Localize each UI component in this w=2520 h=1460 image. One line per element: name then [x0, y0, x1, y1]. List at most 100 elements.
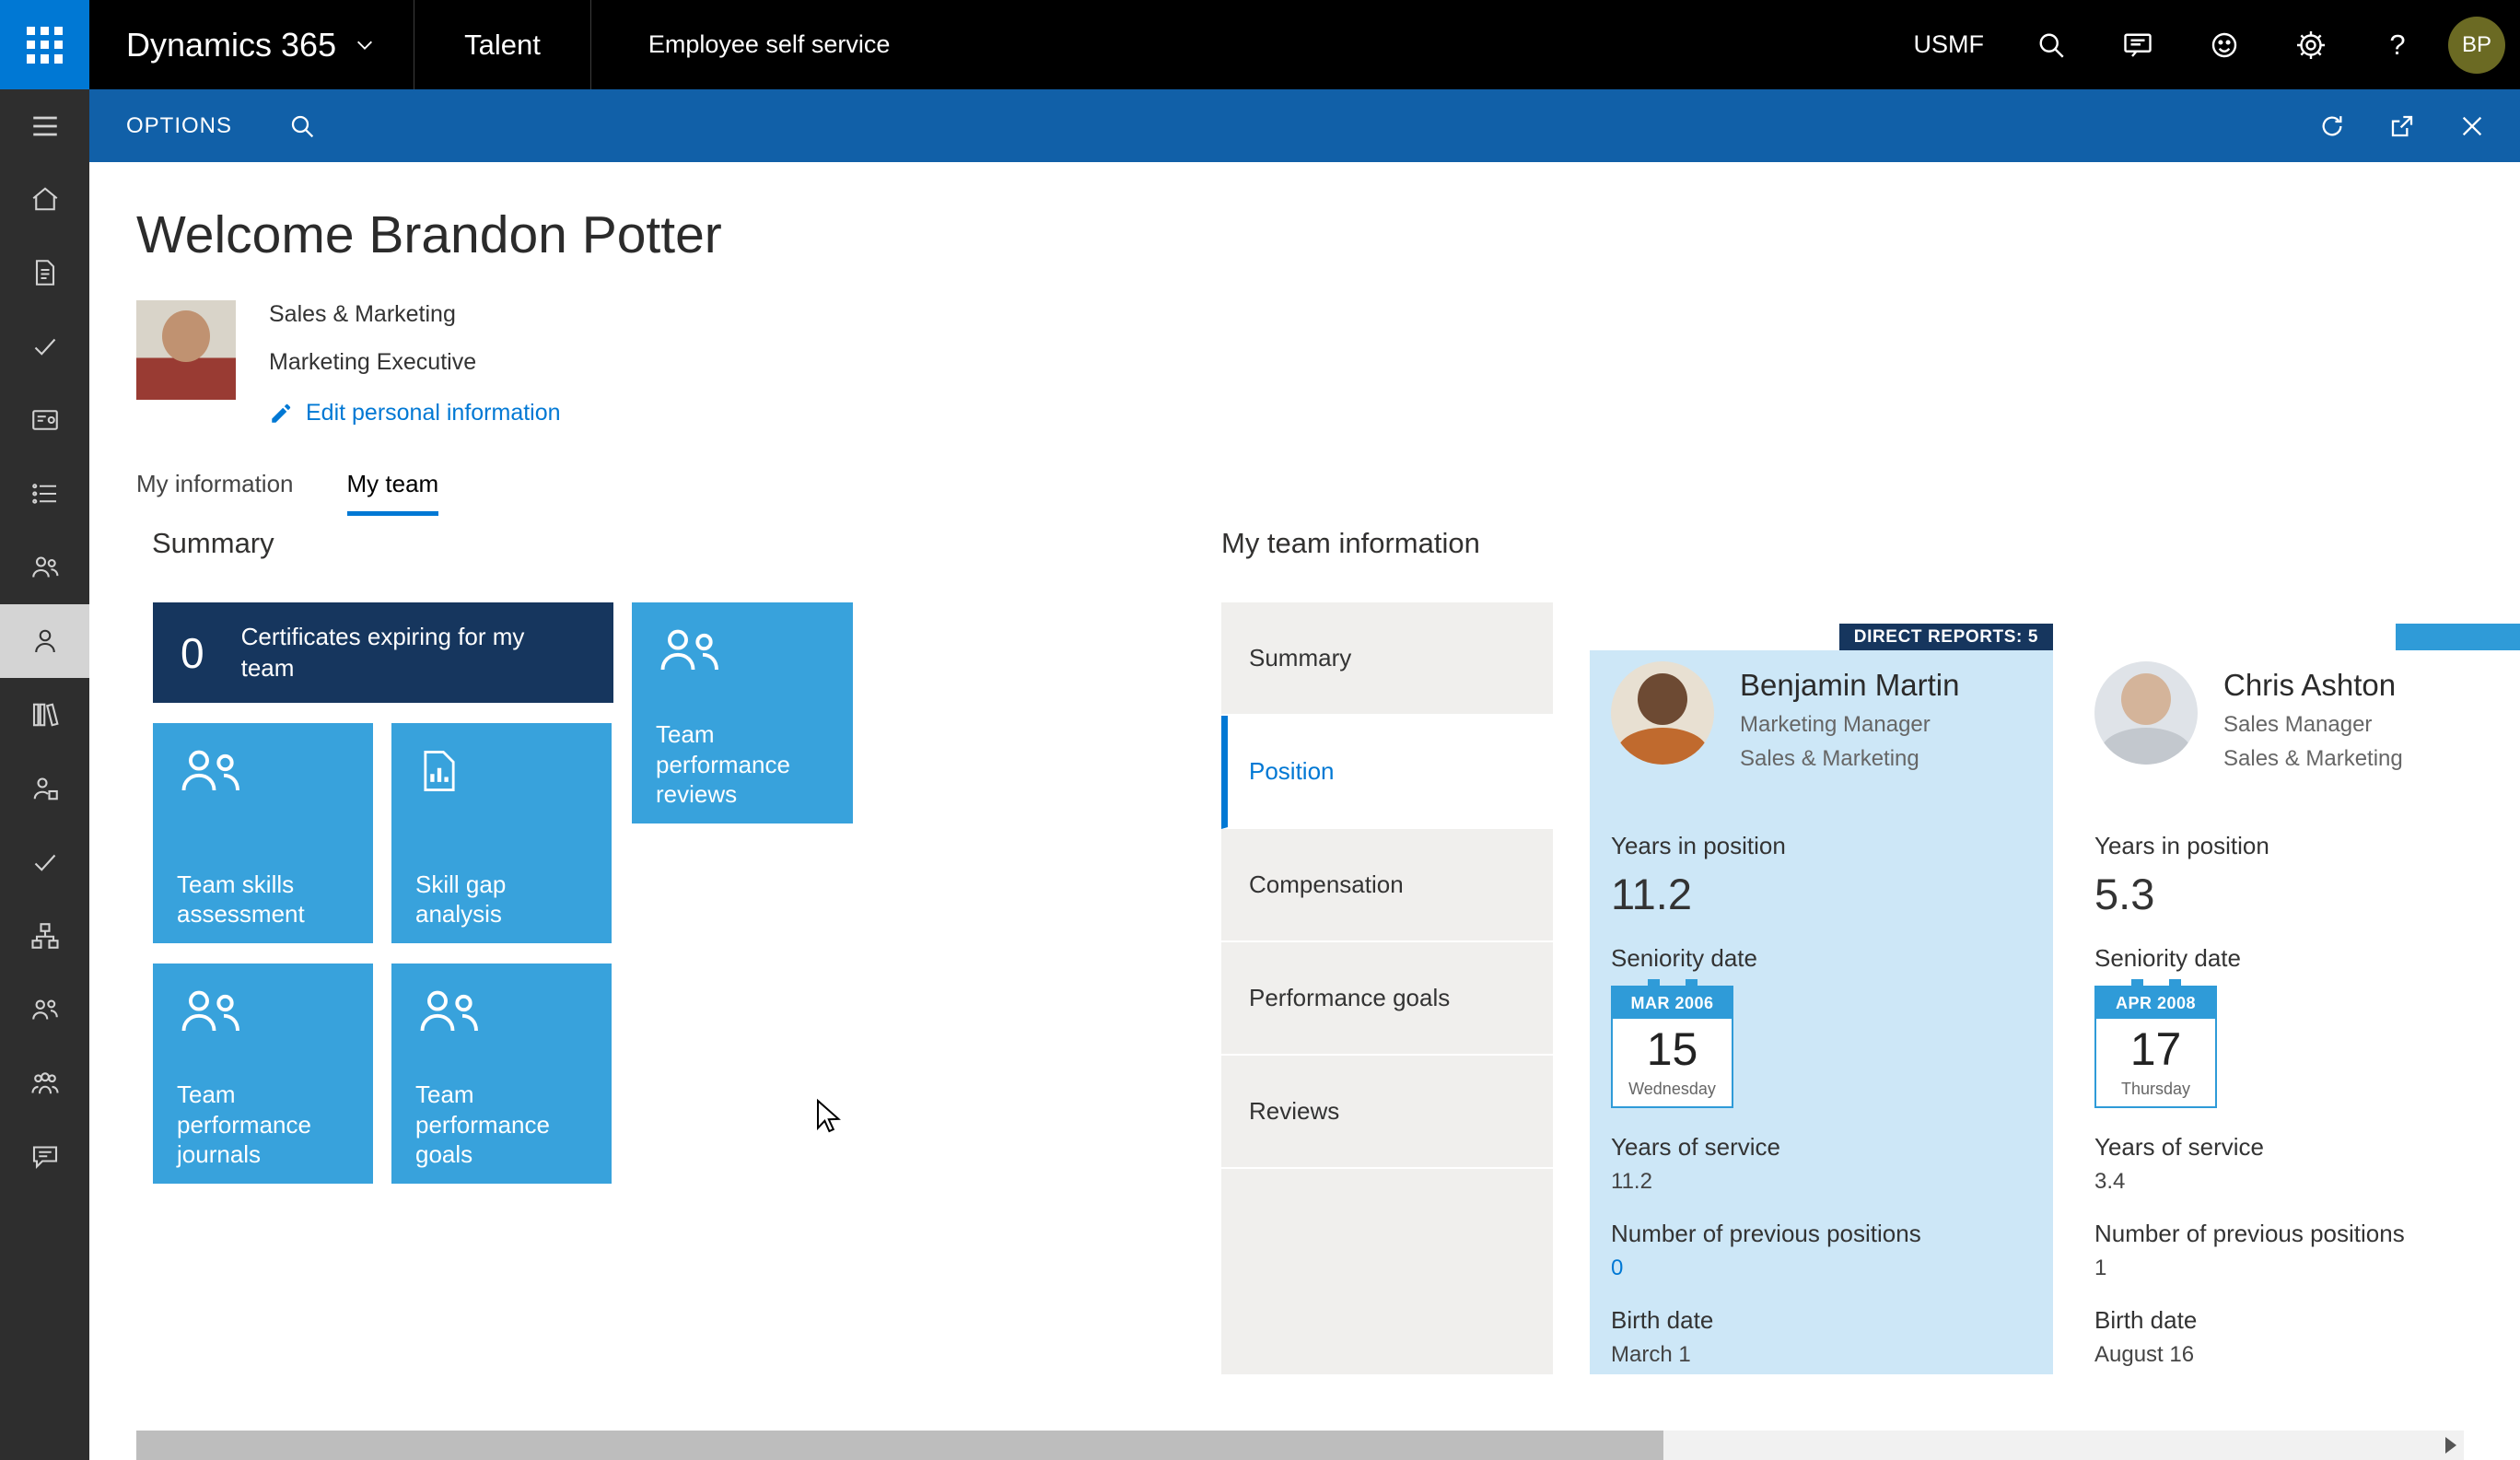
- checkmark-alt-icon: [29, 846, 62, 879]
- chat-bubble-icon: [29, 1140, 62, 1174]
- refresh-button[interactable]: [2297, 89, 2367, 162]
- sidebar-item-groups[interactable]: [0, 1046, 89, 1120]
- employee-name: Chris Ashton: [2223, 667, 2403, 704]
- people-pair-icon: [29, 551, 62, 584]
- tile-skill-gap-analysis[interactable]: Skill gap analysis: [391, 723, 612, 943]
- employee-avatar: [2094, 661, 2198, 765]
- people-icon: [177, 747, 243, 795]
- team-nav-reviews[interactable]: Reviews: [1221, 1056, 1553, 1169]
- app-launcher-button[interactable]: [0, 0, 89, 89]
- settings-button[interactable]: [2268, 0, 2354, 89]
- user-avatar[interactable]: BP: [2448, 17, 2505, 74]
- sidebar-item-people[interactable]: [0, 973, 89, 1046]
- sidebar-item-tasks[interactable]: [0, 236, 89, 310]
- sidebar-item-approvals[interactable]: [0, 310, 89, 383]
- options-menu-button[interactable]: OPTIONS: [89, 113, 267, 139]
- tile-label: Team performance goals: [415, 1080, 595, 1169]
- tab-my-team[interactable]: My team: [347, 470, 439, 516]
- left-navigation-rail: [0, 89, 89, 1460]
- certificate-card-icon: [29, 403, 62, 437]
- team-nav-compensation[interactable]: Compensation: [1221, 829, 1553, 942]
- seniority-date-label: Seniority date: [2094, 943, 2520, 973]
- previous-positions-value[interactable]: 0: [1611, 1256, 2031, 1281]
- help-button[interactable]: ?: [2354, 0, 2441, 89]
- books-icon: [29, 698, 62, 731]
- sidebar-item-courses[interactable]: [0, 678, 89, 752]
- sidebar-item-certificates[interactable]: [0, 383, 89, 457]
- years-in-position-label: Years in position: [2094, 831, 2520, 860]
- module-name[interactable]: Talent: [414, 0, 590, 89]
- people-icon: [656, 626, 722, 674]
- sidebar-item-organization[interactable]: [0, 899, 89, 973]
- team-info-nav: Summary Position Compensation Performanc…: [1221, 602, 1553, 1374]
- checkmark-icon: [29, 330, 62, 363]
- open-in-new-window-button[interactable]: [2367, 89, 2437, 162]
- page-content: Welcome Brandon Potter Sales & Marketing…: [89, 162, 2520, 1460]
- close-button[interactable]: [2437, 89, 2507, 162]
- calendar-weekday: Thursday: [2096, 1080, 2215, 1106]
- commandbar-search-button[interactable]: [267, 89, 337, 162]
- app-name-menu[interactable]: Dynamics 365: [89, 0, 414, 89]
- person-contact-icon: [29, 772, 62, 805]
- smiley-icon: [2208, 29, 2241, 62]
- sidebar-item-reviews[interactable]: [0, 825, 89, 899]
- hamburger-icon: [29, 110, 62, 143]
- tile-team-performance-reviews[interactable]: Team performance reviews: [632, 602, 853, 823]
- sidebar-item-personnel[interactable]: [0, 752, 89, 825]
- edit-personal-information-link[interactable]: Edit personal information: [269, 400, 561, 426]
- app-window: Dynamics 365 Talent Employee self servic…: [0, 0, 2520, 1460]
- years-of-service-label: Years of service: [1611, 1132, 2031, 1162]
- employee-name: Benjamin Martin: [1740, 667, 1959, 704]
- scroll-right-arrow[interactable]: [2445, 1437, 2456, 1454]
- tile-label: Team skills assessment: [177, 870, 356, 929]
- tile-certificates-expiring[interactable]: 0 Certificates expiring for my team: [153, 602, 613, 703]
- people-pair-alt-icon: [29, 993, 62, 1026]
- tile-label: Team performance reviews: [656, 719, 836, 809]
- seniority-date-calendar: APR 2008 17 Thursday: [2094, 986, 2217, 1108]
- feedback-button[interactable]: [2094, 0, 2181, 89]
- sidebar-item-employee-self-service[interactable]: [0, 604, 89, 678]
- calendar-weekday: Wednesday: [1613, 1080, 1732, 1106]
- company-selector[interactable]: USMF: [1914, 30, 1985, 59]
- list-icon: [29, 477, 62, 510]
- tab-my-information[interactable]: My information: [136, 470, 294, 516]
- home-icon: [29, 182, 62, 216]
- profile-department: Sales & Marketing: [269, 300, 561, 328]
- calendar-month: APR 2008: [2096, 987, 2215, 1019]
- sidebar-item-list[interactable]: [0, 457, 89, 531]
- tile-label: Team performance journals: [177, 1080, 356, 1169]
- years-of-service-value: 3.4: [2094, 1169, 2520, 1195]
- scrollbar-thumb[interactable]: [136, 1431, 1663, 1460]
- employee-card-benjamin-martin[interactable]: DIRECT REPORTS: 5 Benjamin Martin Market…: [1590, 624, 2053, 1374]
- tile-label: Certificates expiring for my team: [241, 622, 573, 683]
- tile-team-skills-assessment[interactable]: Team skills assessment: [153, 723, 373, 943]
- calendar-day: 15: [1613, 1019, 1732, 1080]
- calendar-month: MAR 2006: [1613, 987, 1732, 1019]
- employee-department: Sales & Marketing: [2223, 746, 2403, 772]
- horizontal-scrollbar[interactable]: [136, 1431, 2464, 1460]
- birth-date-label: Birth date: [2094, 1305, 2520, 1335]
- sidebar-item-home[interactable]: [0, 162, 89, 236]
- gear-icon: [2294, 29, 2328, 62]
- document-chart-icon: [415, 747, 463, 795]
- popout-icon: [2387, 111, 2417, 141]
- search-button[interactable]: [2008, 0, 2094, 89]
- smiley-button[interactable]: [2181, 0, 2268, 89]
- direct-reports-badge: DIRECT REPORTS: 5: [1839, 624, 2053, 650]
- years-in-position-value: 5.3: [2094, 870, 2520, 919]
- tile-team-performance-goals[interactable]: Team performance goals: [391, 964, 612, 1184]
- years-of-service-label: Years of service: [2094, 1132, 2520, 1162]
- team-nav-position[interactable]: Position: [1221, 716, 1553, 829]
- team-nav-performance-goals[interactable]: Performance goals: [1221, 942, 1553, 1056]
- sidebar-item-feedback[interactable]: [0, 1120, 89, 1194]
- people-group-icon: [29, 1067, 62, 1100]
- tile-label: Skill gap analysis: [415, 870, 595, 929]
- employee-card-chris-ashton[interactable]: Chris Ashton Sales Manager Sales & Marke…: [2073, 624, 2520, 1374]
- team-nav-summary[interactable]: Summary: [1221, 602, 1553, 716]
- tile-team-performance-journals[interactable]: Team performance journals: [153, 964, 373, 1184]
- expand-navigation-button[interactable]: [0, 89, 89, 162]
- person-icon: [29, 625, 62, 658]
- calendar-binder-tabs: [1613, 979, 1732, 987]
- seniority-date-calendar: MAR 2006 15 Wednesday: [1611, 986, 1733, 1108]
- sidebar-item-team[interactable]: [0, 531, 89, 604]
